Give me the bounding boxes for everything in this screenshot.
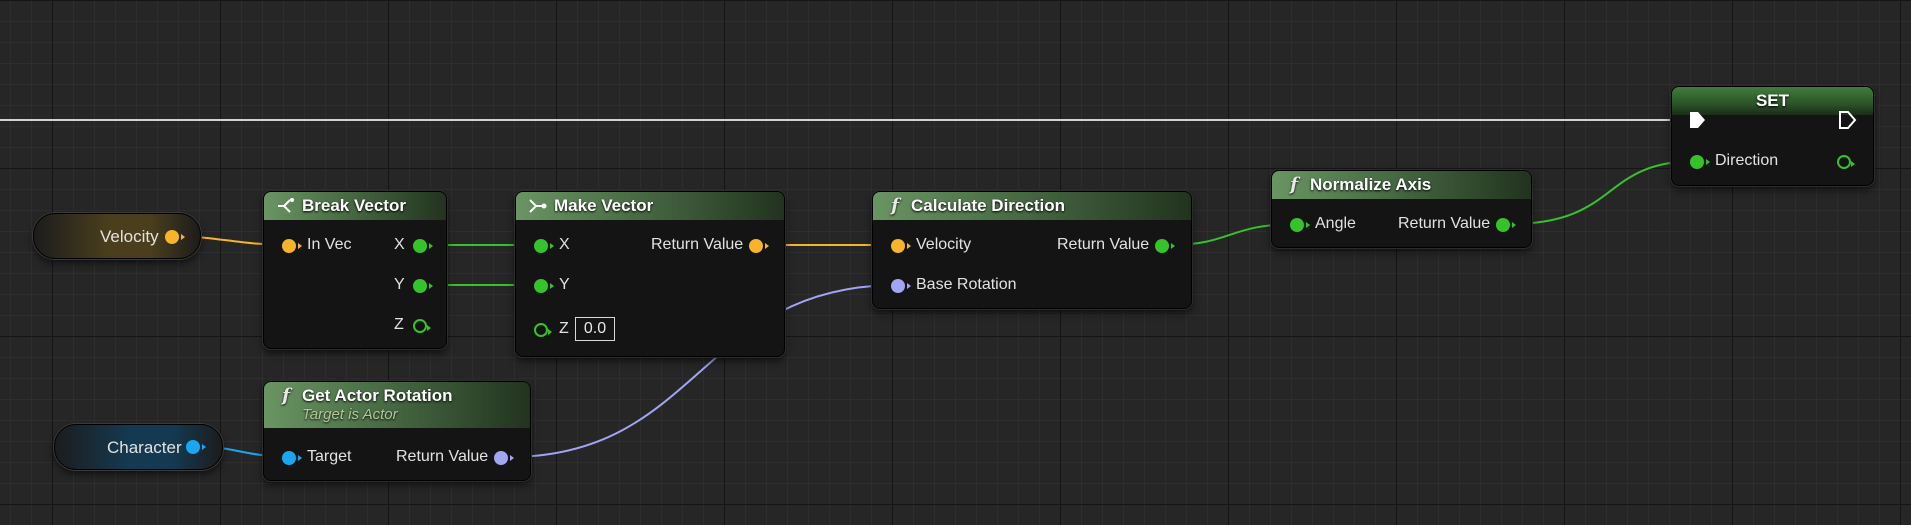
normalize-axis-angle-label: Angle xyxy=(1315,215,1356,232)
normalize-axis-return-label: Return Value xyxy=(1398,215,1491,232)
set-node-title: SET xyxy=(1755,91,1790,110)
normalized-wire[interactable] xyxy=(1509,160,1698,225)
calculate-direction-header[interactable]: f Calculate Direction xyxy=(873,192,1191,220)
calculate-direction-node[interactable]: f Calculate Direction Velocity Return Va… xyxy=(872,191,1192,309)
break-vector-header[interactable]: Break Vector xyxy=(264,192,446,220)
calculate-direction-velocity-pin[interactable] xyxy=(891,239,911,253)
calculate-direction-return-label: Return Value xyxy=(1057,236,1150,253)
set-exec-out-pin[interactable] xyxy=(1839,111,1857,129)
character-variable-label: Character xyxy=(107,438,182,457)
normalize-axis-node[interactable]: f Normalize Axis Angle Return Value xyxy=(1271,170,1532,248)
break-vector-title: Break Vector xyxy=(302,196,406,215)
normalize-axis-header[interactable]: f Normalize Axis xyxy=(1272,171,1531,199)
make-vector-x-pin[interactable] xyxy=(534,239,554,253)
get-actor-rotation-target-pin[interactable] xyxy=(282,451,302,465)
make-vector-y-pin[interactable] xyxy=(534,279,554,293)
get-actor-rotation-title: Get Actor Rotation xyxy=(302,386,453,405)
break-vector-z-pin[interactable] xyxy=(413,319,431,333)
calculate-direction-base-rotation-label: Base Rotation xyxy=(916,276,1017,293)
break-vector-in-vec-pin[interactable] xyxy=(282,239,302,253)
calculate-direction-velocity-label: Velocity xyxy=(916,236,972,253)
character-output-pin[interactable] xyxy=(186,440,206,454)
break-vector-z-label: Z xyxy=(394,316,404,333)
make-vector-y-label: Y xyxy=(559,276,570,293)
normalize-axis-return-pin[interactable] xyxy=(1496,218,1516,232)
get-actor-rotation-node[interactable]: f Get Actor Rotation Target is Actor Tar… xyxy=(263,381,531,481)
break-vector-x-pin[interactable] xyxy=(413,239,433,253)
make-vector-title: Make Vector xyxy=(554,196,654,215)
make-vector-return-pin[interactable] xyxy=(749,239,769,253)
character-variable-node[interactable]: Character xyxy=(54,424,223,470)
normalize-axis-angle-pin[interactable] xyxy=(1290,218,1310,232)
make-vector-z-pin[interactable] xyxy=(534,323,552,337)
get-actor-rotation-target-label: Target xyxy=(307,448,352,465)
get-actor-rotation-return-label: Return Value xyxy=(396,448,489,465)
get-actor-rotation-subtitle: Target is Actor xyxy=(302,406,398,423)
set-exec-in-pin[interactable] xyxy=(1689,111,1707,129)
make-vector-z-label: Z xyxy=(559,320,569,337)
set-direction-out-pin[interactable] xyxy=(1837,155,1855,169)
make-vector-node[interactable]: Make Vector X Return Value Y Z 0.0 xyxy=(515,191,785,357)
get-actor-rotation-return-pin[interactable] xyxy=(494,451,514,465)
break-struct-icon xyxy=(276,192,296,220)
set-direction-in-pin[interactable] xyxy=(1690,155,1710,169)
break-vector-y-pin[interactable] xyxy=(413,279,433,293)
velocity-output-pin[interactable] xyxy=(165,230,185,244)
make-vector-return-label: Return Value xyxy=(651,236,744,253)
break-vector-y-label: Y xyxy=(394,276,405,293)
calculate-direction-base-rotation-pin[interactable] xyxy=(891,279,911,293)
velocity-variable-label: Velocity xyxy=(100,227,159,246)
make-vector-header[interactable]: Make Vector xyxy=(516,192,784,220)
function-icon: f xyxy=(891,195,899,216)
normalize-axis-title: Normalize Axis xyxy=(1310,175,1432,194)
get-actor-rotation-header[interactable]: f Get Actor Rotation Target is Actor xyxy=(264,382,530,428)
make-struct-icon xyxy=(528,192,548,220)
set-node[interactable]: SET Direction xyxy=(1671,86,1874,186)
break-vector-in-vec-label: In Vec xyxy=(307,236,352,253)
break-vector-x-label: X xyxy=(394,236,405,253)
function-icon: f xyxy=(1290,174,1298,195)
calculate-direction-title: Calculate Direction xyxy=(911,196,1065,215)
make-vector-x-label: X xyxy=(559,236,570,253)
make-vector-z-value[interactable]: 0.0 xyxy=(575,317,615,341)
set-direction-label: Direction xyxy=(1715,152,1779,169)
break-vector-node[interactable]: Break Vector In Vec X Y Z xyxy=(263,191,447,349)
function-icon: f xyxy=(282,385,290,406)
calculate-direction-return-pin[interactable] xyxy=(1155,239,1175,253)
velocity-variable-node[interactable]: Velocity xyxy=(33,213,201,259)
